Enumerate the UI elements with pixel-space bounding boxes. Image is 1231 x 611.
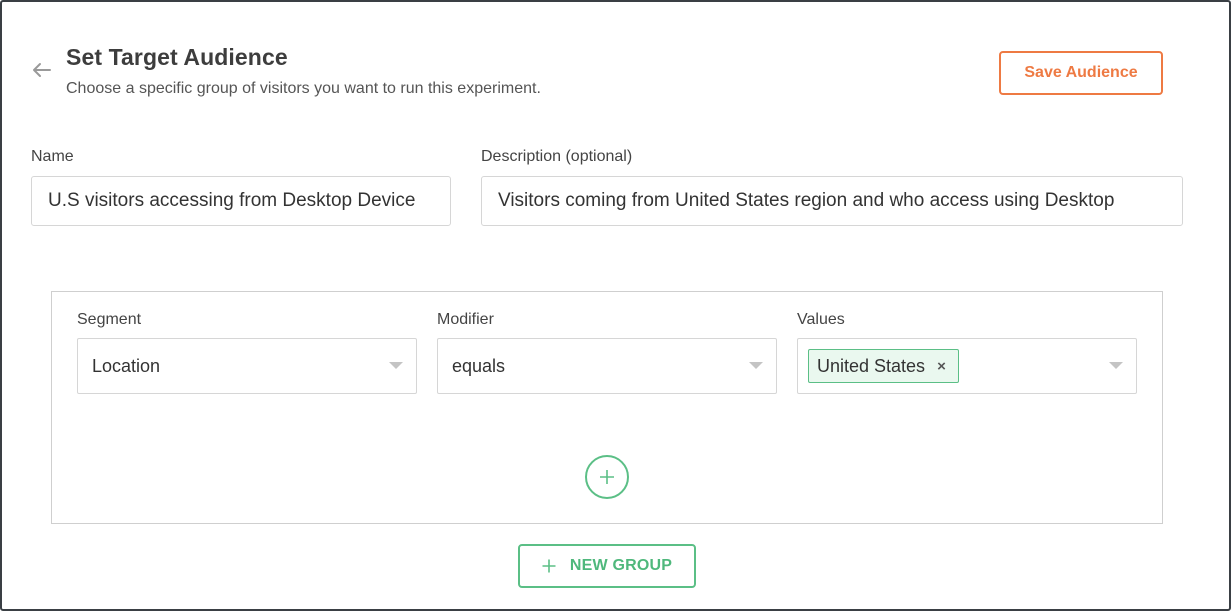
arrow-left-icon [33,63,51,77]
values-select[interactable]: United States × [797,338,1137,394]
segment-label: Segment [77,311,142,328]
chevron-down-icon [749,362,763,369]
segment-select[interactable]: Location [77,338,417,394]
page-subtitle: Choose a specific group of visitors you … [66,80,541,97]
add-condition-button[interactable] [585,455,629,499]
name-input[interactable] [31,176,451,226]
save-audience-button[interactable]: Save Audience [999,51,1163,95]
chevron-down-icon [1109,362,1123,369]
chevron-down-icon [389,362,403,369]
audience-panel: Set Target Audience Choose a specific gr… [0,0,1231,611]
close-icon[interactable]: × [937,359,946,374]
description-label: Description (optional) [481,148,633,165]
plus-icon [542,559,556,573]
value-tag-label: United States [817,355,926,376]
description-input[interactable] [481,176,1183,226]
new-group-button[interactable]: NEW GROUP [518,544,696,588]
modifier-value: equals [452,355,506,376]
modifier-select[interactable]: equals [437,338,777,394]
back-button[interactable] [29,59,53,81]
page-title: Set Target Audience [66,44,288,70]
plus-icon [600,470,614,484]
modifier-label: Modifier [437,311,494,328]
name-label: Name [31,148,74,165]
values-label: Values [797,311,845,328]
value-tag: United States × [808,349,959,383]
segment-value: Location [92,355,161,376]
new-group-label: NEW GROUP [569,557,673,574]
